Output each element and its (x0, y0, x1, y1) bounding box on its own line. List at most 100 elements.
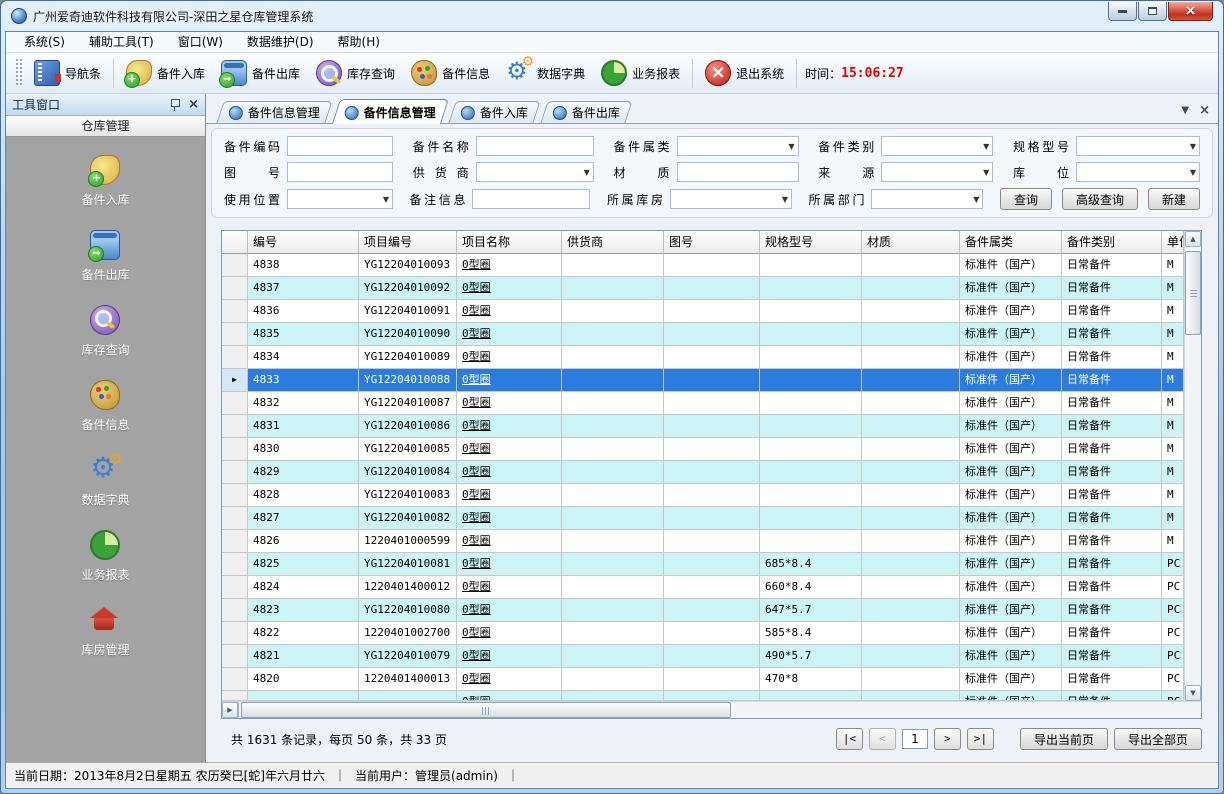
prev-page-button[interactable]: < (869, 728, 896, 750)
tab-spare-info-mgmt-2[interactable]: 备件信息管理 (332, 99, 449, 124)
tab-spare-out[interactable]: 备件出库 (540, 101, 632, 123)
next-page-button[interactable]: > (934, 728, 961, 750)
page-number-input[interactable]: 1 (902, 729, 928, 749)
minimize-button[interactable] (1108, 2, 1137, 21)
table-row[interactable]: 4823YG122040100800型圈647*5.7标准件（国产）日常备件PC (222, 599, 1184, 622)
row-selector[interactable] (222, 691, 248, 701)
tab-spare-info-mgmt-1[interactable]: 备件信息管理 (216, 101, 332, 123)
supplier-select[interactable] (476, 162, 594, 182)
spare-category-select[interactable] (881, 136, 993, 156)
row-selector[interactable] (222, 254, 248, 277)
toolbar-grip[interactable] (16, 59, 22, 87)
toolbar-button-navbar[interactable]: 导航条 (26, 56, 109, 90)
sidebar-group-warehouse[interactable]: 仓库管理 (6, 116, 205, 137)
sidebar-item-spare-out[interactable]: 备件出库 (81, 230, 129, 283)
location-select[interactable] (1076, 162, 1200, 182)
scroll-down-button[interactable]: ▼ (1185, 685, 1201, 701)
source-select[interactable] (881, 162, 993, 182)
column-header-category[interactable]: 备件类别 (1062, 231, 1162, 254)
table-row[interactable]: 4830YG122040100850型圈标准件（国产）日常备件M (222, 438, 1184, 461)
tab-list-dropdown-icon[interactable]: ▼ (1181, 105, 1189, 116)
table-row[interactable]: 482412204014000120型圈660*8.4标准件（国产）日常备件PC (222, 576, 1184, 599)
row-selector[interactable] (222, 392, 248, 415)
query-button[interactable]: 查询 (1000, 188, 1052, 210)
tab-close-icon[interactable]: × (1199, 104, 1210, 117)
toolbar-button-spare-info[interactable]: 备件信息 (403, 56, 498, 90)
department-select[interactable] (871, 189, 983, 209)
pin-icon[interactable] (170, 98, 180, 111)
spare-code-input[interactable] (287, 136, 393, 156)
table-row[interactable]: 482012204014000130型圈470*8标准件（国产）日常备件PC (222, 668, 1184, 691)
column-header-code[interactable]: 项目编号 (359, 231, 457, 254)
material-input[interactable] (677, 162, 799, 182)
row-selector[interactable] (222, 553, 248, 576)
table-row[interactable]: 4825YG122040100810型圈685*8.4标准件（国产）日常备件PC (222, 553, 1184, 576)
new-button[interactable]: 新建 (1148, 188, 1200, 210)
toolbar-button-spare-in[interactable]: 备件入库 (118, 56, 213, 90)
row-selector[interactable]: ▶ (222, 369, 248, 392)
table-row[interactable]: 4821YG122040100790型圈490*5.7标准件（国产）日常备件PC (222, 645, 1184, 668)
advanced-query-button[interactable]: 高级查询 (1062, 188, 1138, 210)
column-header-num[interactable]: 编号 (248, 231, 359, 254)
column-header-material[interactable]: 材质 (862, 231, 960, 254)
column-header-supplier[interactable]: 供货商 (562, 231, 664, 254)
sidebar-item-warehouse-mgmt[interactable]: 库房管理 (81, 605, 129, 658)
export-current-page-button[interactable]: 导出当前页 (1020, 728, 1108, 750)
sidebar-item-spare-info[interactable]: 备件信息 (81, 380, 129, 433)
row-selector[interactable] (222, 507, 248, 530)
sidebar-item-data-dictionary[interactable]: 数据字典 (81, 455, 129, 508)
menu-item-help[interactable]: 帮助(H) (326, 32, 392, 52)
column-header-figure[interactable]: 图号 (664, 231, 760, 254)
row-selector[interactable] (222, 300, 248, 323)
spare-attr-select[interactable] (677, 136, 799, 156)
column-header-unit[interactable]: 单位 (1162, 231, 1184, 254)
vertical-scroll-thumb[interactable] (1185, 251, 1201, 335)
table-row[interactable]: 4829YG122040100840型圈标准件（国产）日常备件M (222, 461, 1184, 484)
tab-spare-in[interactable]: 备件入库 (448, 101, 540, 123)
table-row[interactable]: 4827YG122040100820型圈标准件（国产）日常备件M (222, 507, 1184, 530)
export-all-pages-button[interactable]: 导出全部页 (1114, 728, 1202, 750)
warehouse-select[interactable] (670, 189, 792, 209)
table-row[interactable]: ▶4833YG122040100880型圈标准件（国产）日常备件M (222, 369, 1184, 392)
row-selector[interactable] (222, 277, 248, 300)
column-header-sel[interactable] (222, 231, 248, 254)
table-row[interactable]: 4835YG122040100900型圈标准件（国产）日常备件M (222, 323, 1184, 346)
table-row[interactable]: 482612204010005990型圈标准件（国产）日常备件M (222, 530, 1184, 553)
horizontal-scroll-thumb[interactable] (241, 702, 731, 718)
remark-input[interactable] (472, 189, 590, 209)
toolbar-button-exit-system[interactable]: 退出系统 (697, 56, 792, 90)
menu-item-system[interactable]: 系统(S) (12, 32, 77, 52)
row-selector[interactable] (222, 346, 248, 369)
menu-item-aux-tools[interactable]: 辅助工具(T) (77, 32, 166, 52)
usage-position-select[interactable] (287, 189, 393, 209)
row-selector[interactable] (222, 645, 248, 668)
spare-name-input[interactable] (476, 136, 594, 156)
row-selector[interactable] (222, 323, 248, 346)
table-row[interactable]: 4838YG122040100930型圈标准件（国产）日常备件M (222, 254, 1184, 277)
row-selector[interactable] (222, 461, 248, 484)
table-row[interactable]: 4832YG122040100870型圈标准件（国产）日常备件M (222, 392, 1184, 415)
sidebar-item-business-report[interactable]: 业务报表 (81, 530, 129, 583)
sidebar-item-spare-in[interactable]: 备件入库 (81, 155, 129, 208)
table-row[interactable]: 4834YG122040100890型圈标准件（国产）日常备件M (222, 346, 1184, 369)
column-header-spec[interactable]: 规格型号 (760, 231, 862, 254)
scroll-right-button[interactable]: ▶ (222, 702, 238, 718)
close-button[interactable]: × (1168, 2, 1213, 21)
column-header-attr[interactable]: 备件属类 (960, 231, 1062, 254)
table-row[interactable]: 4837YG122040100920型圈标准件（国产）日常备件M (222, 277, 1184, 300)
menu-item-data-maintenance[interactable]: 数据维护(D) (235, 32, 326, 52)
figure-no-input[interactable] (287, 162, 393, 182)
row-selector[interactable] (222, 484, 248, 507)
toolbar-button-business-report[interactable]: 业务报表 (593, 56, 688, 90)
scroll-up-button[interactable]: ▲ (1185, 231, 1201, 247)
table-row[interactable]: 4831YG122040100860型圈标准件（国产）日常备件M (222, 415, 1184, 438)
maximize-button[interactable] (1138, 2, 1167, 21)
table-row-partial[interactable]: 0型圈标准件（国产）日常备件PC (222, 691, 1184, 701)
row-selector[interactable] (222, 415, 248, 438)
row-selector[interactable] (222, 622, 248, 645)
toolbar-button-spare-out[interactable]: 备件出库 (213, 56, 308, 90)
toolbar-button-inventory-search[interactable]: 库存查询 (308, 56, 403, 90)
vertical-scrollbar[interactable]: ▲ ▼ (1184, 231, 1201, 701)
row-selector[interactable] (222, 599, 248, 622)
sidebar-item-inventory-search[interactable]: 库存查询 (81, 305, 129, 358)
